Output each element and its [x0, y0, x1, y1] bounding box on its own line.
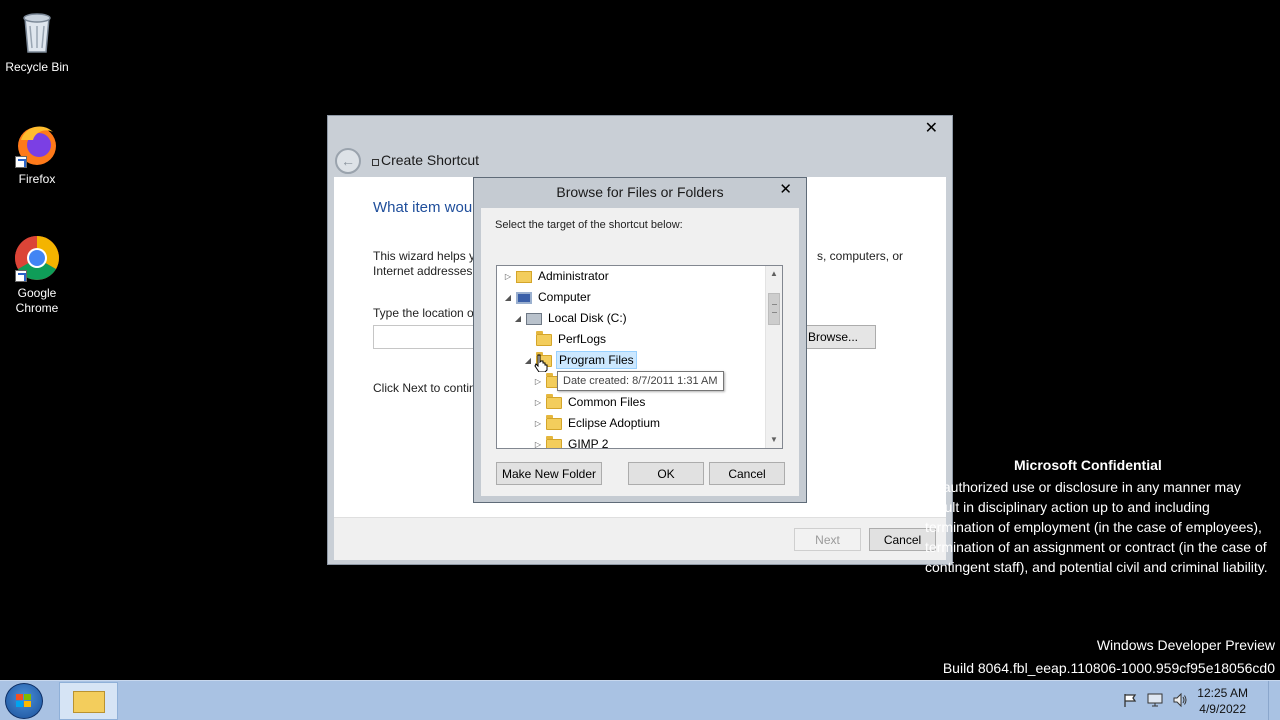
taskbar: 12:25 AM 4/9/2022	[0, 680, 1280, 720]
computer-icon	[516, 291, 532, 304]
folder-icon	[73, 691, 105, 713]
wizard-heading: What item wou	[373, 199, 473, 216]
firefox-icon	[13, 120, 61, 168]
next-button[interactable]: Next	[794, 528, 861, 551]
clock[interactable]: 12:25 AM 4/9/2022	[1197, 685, 1248, 717]
folder-icon	[546, 435, 562, 448]
next-hint: Click Next to contin	[373, 381, 476, 395]
clock-time: 12:25 AM	[1197, 686, 1248, 700]
shortcut-arrow-icon	[15, 270, 27, 282]
expand-arrow-icon[interactable]: ▷	[533, 372, 543, 392]
clock-date: 4/9/2022	[1199, 702, 1246, 716]
shortcut-icon	[372, 159, 379, 166]
tooltip: Date created: 8/7/2011 1:31 AM	[557, 371, 724, 391]
dialog-titlebar: Browse for Files or Folders ✕	[474, 178, 806, 206]
ok-button[interactable]: OK	[628, 462, 704, 485]
drive-icon	[526, 312, 542, 325]
dialog-prompt: Select the target of the shortcut below:	[495, 219, 683, 231]
hand-cursor-icon	[534, 354, 548, 372]
folder-icon	[546, 414, 562, 430]
taskbar-explorer-button[interactable]	[59, 682, 118, 720]
folder-icon	[536, 330, 552, 346]
windows-logo-icon	[16, 694, 32, 708]
cancel-button[interactable]: Cancel	[709, 462, 785, 485]
window-title: Create Shortcut	[372, 152, 479, 168]
expand-arrow-icon[interactable]: ▷	[533, 435, 543, 448]
tree-item-gimp[interactable]: ▷ GIMP 2	[533, 434, 610, 448]
back-arrow-icon[interactable]: ←	[335, 148, 361, 174]
tree-item-local-disk[interactable]: ◢ Local Disk (C:)	[513, 308, 629, 328]
recycle-bin-icon	[13, 8, 61, 56]
scroll-thumb[interactable]	[768, 293, 780, 325]
flag-icon[interactable]	[1122, 692, 1138, 708]
os-build: Build 8064.fbl_eeap.110806-1000.959cf95e…	[942, 660, 1275, 676]
tree-item-perflogs[interactable]: PerfLogs	[523, 329, 608, 349]
collapse-arrow-icon[interactable]: ◢	[523, 351, 533, 371]
tree-item-eclipse-adoptium[interactable]: ▷ Eclipse Adoptium	[533, 413, 662, 433]
collapse-arrow-icon[interactable]: ◢	[503, 288, 513, 308]
collapse-arrow-icon[interactable]: ◢	[513, 309, 523, 329]
scroll-down-icon[interactable]: ▼	[766, 432, 782, 448]
wizard-footer: Next Cancel	[334, 517, 946, 560]
shortcut-arrow-icon	[15, 156, 27, 168]
confidential-title: Microsoft Confidential	[1014, 457, 1162, 473]
location-label: Type the location o	[373, 306, 474, 320]
browse-dialog: Browse for Files or Folders ✕ Select the…	[473, 177, 807, 503]
desktop-icon-chrome[interactable]: Google Chrome	[1, 234, 73, 316]
desktop-icon-label: Recycle Bin	[5, 60, 69, 74]
expand-arrow-icon[interactable]: ▷	[533, 414, 543, 434]
expand-arrow-icon[interactable]: ▷	[533, 393, 543, 413]
dialog-client: Select the target of the shortcut below:…	[481, 208, 799, 496]
tree-item-computer[interactable]: ◢ Computer	[503, 287, 593, 307]
confidential-body: Unauthorized use or disclosure in any ma…	[925, 479, 1268, 575]
start-button[interactable]	[5, 683, 43, 719]
expand-arrow-icon[interactable]: ▷	[503, 267, 513, 287]
network-icon[interactable]	[1146, 692, 1164, 708]
user-folder-icon	[516, 270, 532, 283]
folder-icon	[546, 393, 562, 409]
tree-item-administrator[interactable]: ▷ Administrator	[503, 266, 611, 286]
tree-item-common-files[interactable]: ▷ Common Files	[533, 392, 647, 412]
desktop-icon-recycle-bin[interactable]: Recycle Bin	[1, 8, 73, 75]
scroll-up-icon[interactable]: ▲	[766, 266, 782, 282]
desktop-icon-label: Firefox	[18, 172, 56, 186]
close-icon[interactable]: ✕	[925, 118, 938, 138]
volume-icon[interactable]	[1172, 692, 1188, 708]
tree-scrollbar[interactable]: ▲ ▼	[765, 266, 782, 448]
browse-button[interactable]: Browse...	[806, 325, 876, 349]
dialog-title: Browse for Files or Folders	[556, 184, 724, 200]
show-desktop-button[interactable]	[1268, 681, 1280, 720]
os-edition: Windows Developer Preview	[1096, 637, 1275, 653]
desktop-icon-firefox[interactable]: Firefox	[1, 120, 73, 187]
wizard-description-tail: s, computers, or	[817, 249, 904, 263]
chrome-icon	[13, 234, 61, 282]
make-new-folder-button[interactable]: Make New Folder	[496, 462, 602, 485]
close-icon[interactable]: ✕	[779, 180, 792, 198]
desktop-icon-label: Google Chrome	[15, 286, 59, 315]
